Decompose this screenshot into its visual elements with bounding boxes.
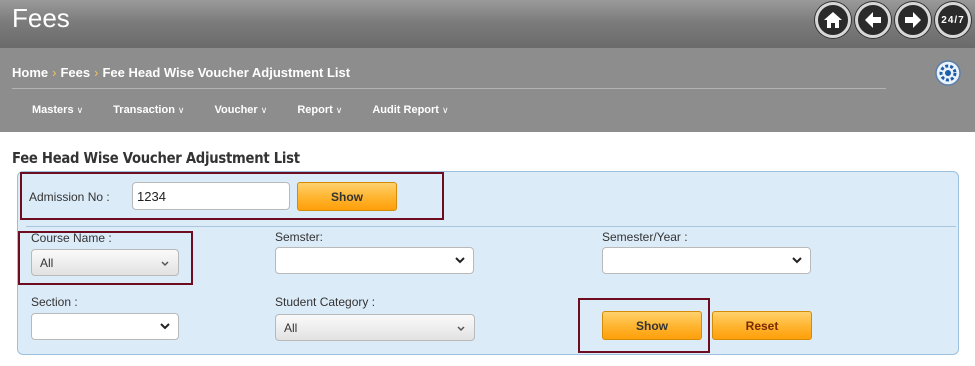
student-category-value: All — [284, 321, 298, 335]
page-title: Fee Head Wise Voucher Adjustment List — [12, 149, 300, 167]
breadcrumb: Home › Fees › Fee Head Wise Voucher Adjustme… — [12, 65, 350, 80]
student-category-select[interactable]: All — [275, 314, 475, 341]
header-icon-group: 24/7 — [815, 2, 971, 38]
breadcrumb-home[interactable]: Home — [12, 65, 48, 80]
home-icon[interactable] — [815, 2, 851, 38]
panel-divider — [26, 226, 956, 227]
highlight-box-show — [578, 298, 710, 353]
support-247-icon[interactable]: 24/7 — [935, 2, 971, 38]
chevron-down-icon — [792, 257, 802, 264]
chevron-down-icon: ∨ — [335, 104, 343, 115]
app-header: Fees 24/7 — [0, 0, 975, 48]
semester-label: Semster: — [275, 230, 324, 244]
breadcrumb-fees[interactable]: Fees — [60, 65, 90, 80]
highlight-box-course — [18, 231, 193, 285]
menu-audit-report[interactable]: Audit Report ∨ — [372, 104, 448, 116]
breadcrumb-current: Fee Head Wise Voucher Adjustment List — [102, 65, 351, 80]
breadcrumb-separator: › — [94, 65, 99, 80]
back-arrow-icon[interactable] — [855, 2, 891, 38]
menu-transaction[interactable]: Transaction ∨ — [113, 104, 184, 116]
menu-label: Report — [297, 104, 333, 116]
forward-arrow-icon[interactable] — [895, 2, 931, 38]
breadcrumb-divider — [12, 88, 886, 89]
chevron-down-icon: ∨ — [260, 104, 268, 115]
semester-select[interactable] — [275, 247, 474, 274]
menu-label: Transaction — [113, 104, 175, 116]
highlight-box-admission — [20, 172, 444, 220]
student-category-label: Student Category : — [275, 295, 376, 309]
main-menu: Masters ∨ Transaction ∨ Voucher ∨ Report ∨ A… — [32, 104, 479, 116]
section-select[interactable] — [31, 313, 179, 340]
menu-label: Audit Report — [372, 104, 439, 116]
menu-label: Voucher — [214, 104, 258, 116]
chevron-down-icon: ∨ — [76, 104, 84, 115]
chevron-down-icon — [455, 257, 465, 264]
nav-bar: Home › Fees › Fee Head Wise Voucher Adjustme… — [0, 48, 975, 132]
reset-button[interactable]: Reset — [712, 311, 812, 340]
breadcrumb-separator: › — [52, 65, 57, 80]
chevron-down-icon: ∨ — [441, 104, 449, 115]
chevron-down-icon: ∨ — [177, 104, 185, 115]
chevron-down-icon — [457, 326, 465, 332]
section-label: Section : — [31, 295, 78, 309]
menu-masters[interactable]: Masters ∨ — [32, 104, 83, 116]
semester-year-select[interactable] — [602, 247, 811, 274]
semester-year-label: Semester/Year : — [602, 230, 688, 244]
menu-voucher[interactable]: Voucher ∨ — [215, 104, 268, 116]
chevron-down-icon — [160, 323, 170, 330]
menu-label: Masters — [32, 104, 74, 116]
support-247-label: 24/7 — [941, 14, 965, 26]
menu-report[interactable]: Report ∨ — [297, 104, 342, 116]
app-title: Fees — [12, 3, 70, 33]
settings-gear-icon[interactable] — [935, 60, 961, 86]
